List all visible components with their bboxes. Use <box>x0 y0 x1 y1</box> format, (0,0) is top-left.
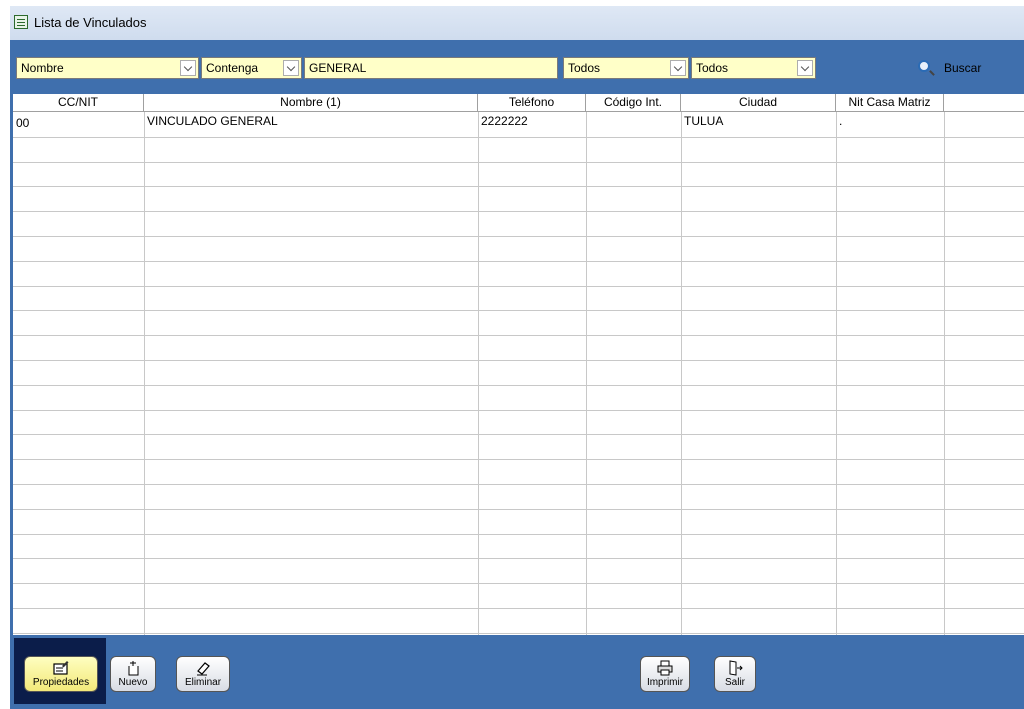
row-divider <box>13 310 1024 311</box>
window-title: Lista de Vinculados <box>34 15 147 30</box>
column-divider <box>944 112 945 635</box>
nuevo-label: Nuevo <box>118 677 148 688</box>
filter3-select[interactable]: Todos <box>563 57 689 79</box>
column-header-nit-casa-matriz[interactable]: Nit Casa Matriz <box>836 94 944 112</box>
column-divider <box>836 112 837 635</box>
search-button[interactable]: Buscar <box>918 58 994 80</box>
app-window: Lista de Vinculados Nombre Contenga GENE… <box>0 0 1024 709</box>
search-button-label: Buscar <box>944 61 982 75</box>
search-value-input[interactable]: GENERAL <box>304 57 558 79</box>
column-divider <box>586 112 587 635</box>
row-divider <box>13 261 1024 262</box>
filter4-select-value: Todos <box>696 61 729 75</box>
row-divider <box>13 608 1024 609</box>
results-table[interactable]: CC/NIT Nombre (1) Teléfono Código Int. C… <box>13 94 1024 635</box>
row-divider <box>13 360 1024 361</box>
main-frame: Nombre Contenga GENERAL Todos Todos Busc… <box>10 40 1024 709</box>
list-window-icon <box>14 15 28 29</box>
eraser-icon <box>197 662 210 676</box>
nuevo-button[interactable]: Nuevo <box>110 656 156 692</box>
row-divider <box>13 459 1024 460</box>
action-bar: Propiedades Nuevo Eliminar Imprimir Sali… <box>10 635 1024 709</box>
eliminar-label: Eliminar <box>184 677 222 688</box>
column-header-empty <box>944 94 1024 112</box>
row-divider <box>13 410 1024 411</box>
column-divider <box>478 112 479 635</box>
row-divider <box>13 236 1024 237</box>
title-bar: Lista de Vinculados <box>10 6 1024 40</box>
field-select-value: Nombre <box>21 61 64 75</box>
operator-select-value: Contenga <box>206 61 259 75</box>
imprimir-button[interactable]: Imprimir <box>640 656 690 692</box>
cell-nit-casa-matriz: . <box>839 114 843 128</box>
column-header-telefono[interactable]: Teléfono <box>478 94 586 112</box>
magnifier-icon <box>918 60 930 72</box>
eliminar-button[interactable]: Eliminar <box>176 656 230 692</box>
column-header-codigo[interactable]: Código Int. <box>586 94 681 112</box>
chevron-down-icon[interactable] <box>797 60 813 76</box>
row-divider <box>13 633 1024 634</box>
row-divider <box>13 286 1024 287</box>
row-divider <box>13 534 1024 535</box>
cell-ciudad: TULUA <box>684 114 724 128</box>
filter4-select[interactable]: Todos <box>691 57 816 79</box>
column-divider <box>681 112 682 635</box>
propiedades-label: Propiedades <box>32 677 90 688</box>
exit-door-icon <box>729 660 743 676</box>
chevron-down-icon[interactable] <box>283 60 299 76</box>
cell-ccnit: 00 <box>16 116 30 130</box>
column-divider <box>144 112 145 635</box>
row-divider <box>13 211 1024 212</box>
operator-select[interactable]: Contenga <box>201 57 302 79</box>
propiedades-button[interactable]: Propiedades <box>24 656 98 692</box>
printer-icon <box>657 660 673 676</box>
cell-nombre: VINCULADO GENERAL <box>147 114 278 128</box>
salir-label: Salir <box>724 677 745 688</box>
salir-button[interactable]: Salir <box>714 656 756 692</box>
column-header-nombre[interactable]: Nombre (1) <box>144 94 478 112</box>
edit-card-icon <box>53 661 69 675</box>
row-divider <box>13 583 1024 584</box>
row-divider <box>13 434 1024 435</box>
imprimir-label: Imprimir <box>646 677 684 688</box>
new-document-icon <box>128 661 139 676</box>
search-value-text: GENERAL <box>309 61 367 75</box>
field-select[interactable]: Nombre <box>16 57 199 79</box>
chevron-down-icon[interactable] <box>180 60 196 76</box>
chevron-down-icon[interactable] <box>670 60 686 76</box>
row-divider <box>13 186 1024 187</box>
row-divider <box>13 385 1024 386</box>
filter-bar: Nombre Contenga GENERAL Todos Todos Busc… <box>10 40 1024 94</box>
row-divider <box>13 137 1024 138</box>
column-header-ccnit[interactable]: CC/NIT <box>13 94 144 112</box>
row-divider <box>13 162 1024 163</box>
filter3-select-value: Todos <box>568 61 601 75</box>
column-header-ciudad[interactable]: Ciudad <box>681 94 836 112</box>
row-divider <box>13 509 1024 510</box>
row-divider <box>13 335 1024 336</box>
cell-telefono: 2222222 <box>481 114 528 128</box>
row-divider <box>13 558 1024 559</box>
row-divider <box>13 484 1024 485</box>
